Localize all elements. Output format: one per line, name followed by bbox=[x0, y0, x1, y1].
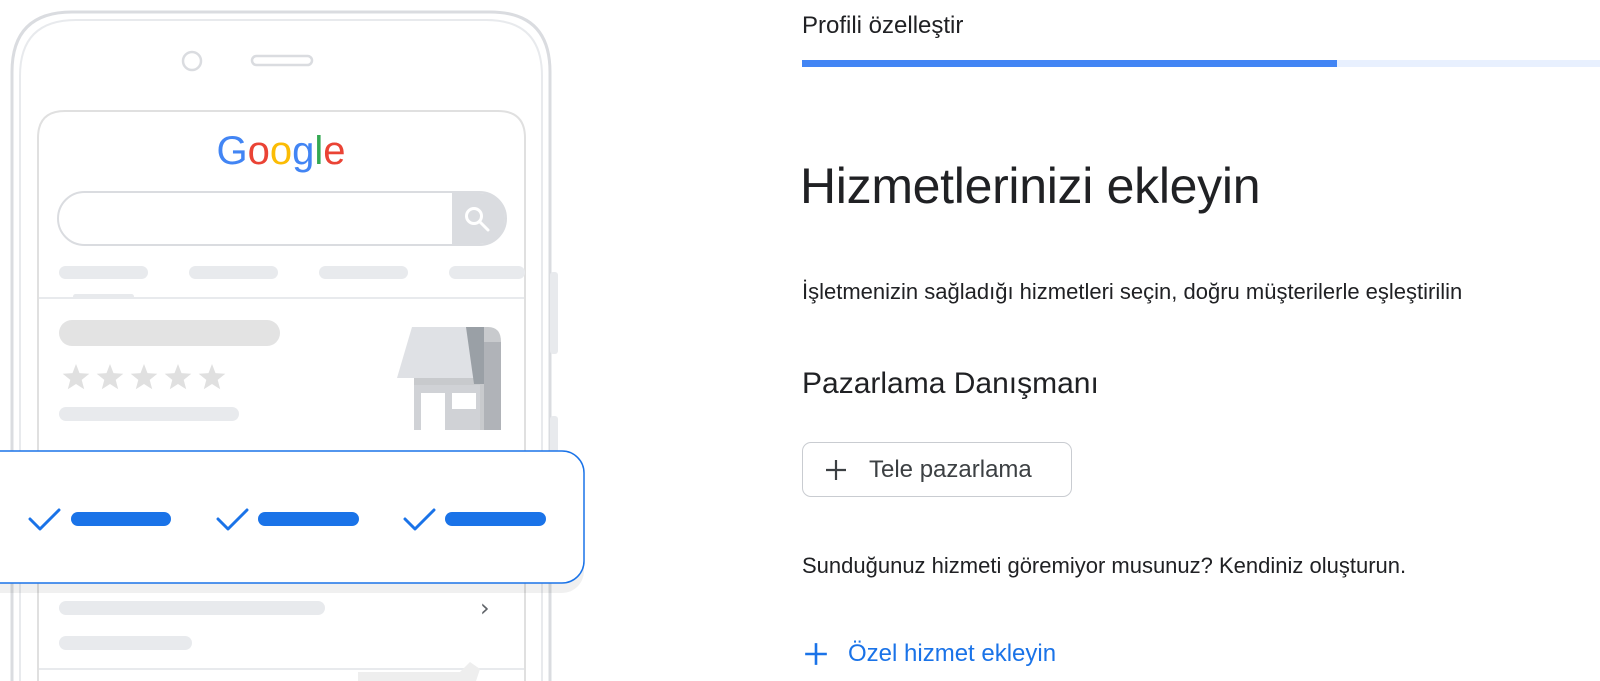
custom-service-hint: Sunduğunuz hizmeti göremiyor musunuz? Ke… bbox=[802, 553, 1407, 578]
page-subtitle: İşletmenizin sağladığı hizmetleri seçin,… bbox=[802, 279, 1463, 304]
list-item-placeholder bbox=[59, 601, 325, 615]
business-name-placeholder bbox=[59, 320, 280, 346]
google-logo: Google bbox=[216, 129, 345, 173]
phone-side-button bbox=[550, 272, 558, 354]
plus-icon bbox=[823, 457, 849, 483]
chevron-right-icon: › bbox=[480, 594, 490, 622]
service-placeholder-bar bbox=[71, 512, 171, 526]
add-custom-service-button[interactable]: Özel hizmet ekleyin bbox=[802, 640, 1056, 668]
plus-icon bbox=[802, 640, 830, 668]
progress-bar-fill bbox=[802, 60, 1337, 67]
step-title: Profili özelleştir bbox=[802, 12, 964, 39]
search-button bbox=[452, 193, 505, 244]
list-item-placeholder bbox=[59, 636, 192, 650]
search-bar bbox=[57, 191, 507, 246]
phone-side-button bbox=[550, 416, 558, 456]
service-placeholder-bar bbox=[258, 512, 359, 526]
services-highlight-card bbox=[0, 450, 585, 593]
progress-bar bbox=[802, 60, 1600, 67]
page-title: Hizmetlerinizi ekleyin bbox=[800, 158, 1261, 214]
service-chip-label: Tele pazarlama bbox=[869, 455, 1032, 483]
service-placeholder-bar bbox=[445, 512, 546, 526]
business-category-heading: Pazarlama Danışmanı bbox=[802, 367, 1099, 400]
service-chip-tele-pazarlama[interactable]: Tele pazarlama bbox=[802, 442, 1072, 497]
phone-illustration: Google › bbox=[0, 10, 585, 681]
add-custom-service-label: Özel hizmet ekleyin bbox=[848, 640, 1057, 667]
business-info-placeholder bbox=[59, 407, 239, 421]
